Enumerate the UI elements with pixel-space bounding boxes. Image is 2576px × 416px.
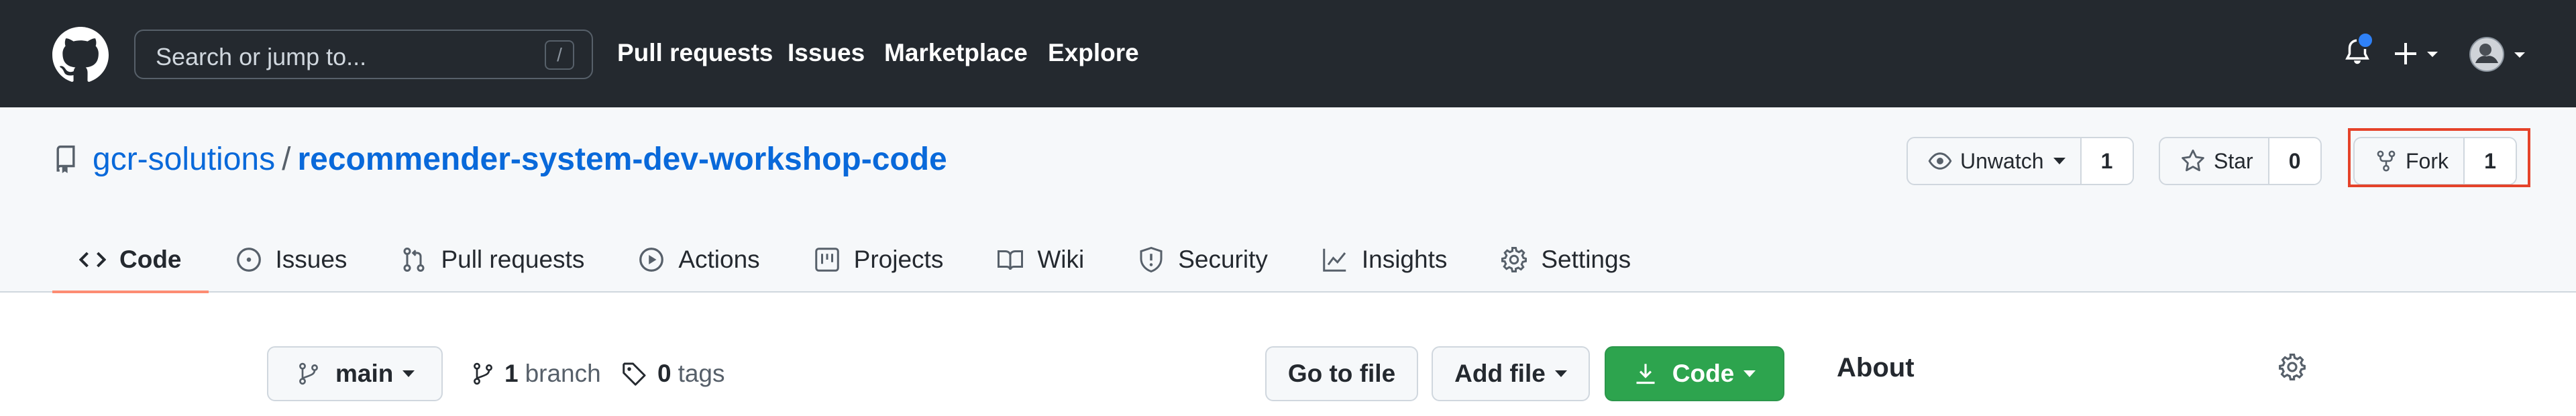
download-icon [1636,364,1655,384]
repo-title: gcr-solutions / recommender-system-dev-wor… [93,141,947,178]
avatar [2469,37,2504,72]
tag-icon [623,362,646,386]
repository-header: gcr-solutions / recommender-system-dev-wor… [0,107,2576,293]
tags-count: 0 [657,360,672,387]
graph-icon [1323,248,1346,272]
tab-label: Wiki [1037,246,1085,273]
about-heading: About [1837,353,1915,382]
git-branch-icon [474,362,492,385]
tab-pull-requests[interactable]: Pull requests [374,227,611,293]
tab-label: Insights [1361,246,1448,273]
star-button[interactable]: Star [2160,138,2269,184]
book-icon [998,250,1024,270]
plus-icon [2395,43,2416,64]
play-icon [639,248,664,272]
tags-link[interactable]: 0 tags [621,360,725,388]
notification-dot [2357,32,2374,49]
star-button-group: Star 0 [2159,137,2322,185]
caret-down-icon [2053,158,2065,164]
tab-security[interactable]: Security [1111,227,1295,293]
code-download-button[interactable]: Code [1605,346,1784,401]
unwatch-button[interactable]: Unwatch [1908,138,2082,184]
repo-title-separator: / [282,142,291,177]
unwatch-label: Unwatch [1960,148,2044,173]
repo-owner-link[interactable]: gcr-solutions [93,142,275,177]
repo-tabs: Code Issues Pull requests Actions Projec… [52,227,1658,293]
search-shortcut-key: / [545,40,574,70]
code-icon [79,252,106,268]
tab-insights[interactable]: Insights [1295,227,1474,293]
branch-name: main [335,360,394,387]
tab-issues[interactable]: Issues [209,227,374,293]
fork-highlight-box [2348,128,2530,187]
caret-down-icon [2514,52,2525,58]
project-icon [814,248,839,272]
nav-pull-requests[interactable]: Pull requests [617,39,773,67]
repo-icon [56,145,75,173]
tab-label: Code [119,246,182,273]
nav-issues[interactable]: Issues [788,39,865,67]
star-label: Star [2214,148,2253,173]
git-branch-icon [299,362,318,385]
search-placeholder: Search or jump to... [156,43,367,70]
add-file-button[interactable]: Add file [1432,346,1590,401]
tab-wiki[interactable]: Wiki [970,227,1111,293]
nav-marketplace[interactable]: Marketplace [884,39,1028,67]
caret-down-icon [402,370,415,377]
search-input[interactable]: Search or jump to... / [134,30,593,79]
go-to-file-button[interactable]: Go to file [1265,346,1418,401]
nav-explore[interactable]: Explore [1048,39,1139,67]
tab-projects[interactable]: Projects [787,227,971,293]
caret-down-icon [1743,370,1756,377]
tab-label: Settings [1541,246,1631,273]
shield-icon [1140,246,1163,273]
branches-label: branch [525,360,601,387]
github-logo-icon[interactable] [52,27,109,83]
caret-down-icon [2427,52,2438,57]
watch-button-group: Unwatch 1 [1907,137,2134,185]
tab-label: Pull requests [441,246,585,273]
watchers-count[interactable]: 1 [2081,138,2133,184]
tab-label: Actions [678,246,760,273]
stargazers-count[interactable]: 0 [2269,138,2320,184]
tab-settings[interactable]: Settings [1474,227,1658,293]
branches-count: 1 [504,360,519,387]
user-menu[interactable] [2469,36,2536,72]
global-header: Search or jump to... / Pull requests Iss… [0,0,2576,107]
tab-label: Projects [853,246,944,273]
gear-icon [1501,247,1527,272]
tab-label: Issues [275,246,347,273]
repo-name-link[interactable]: recommender-system-dev-workshop-code [297,142,947,177]
create-new-menu[interactable] [2394,38,2446,70]
git-pull-request-icon [403,247,425,272]
tags-label: tags [678,360,725,387]
caret-down-icon [1554,370,1567,377]
add-file-label: Add file [1454,360,1546,387]
code-button-label: Code [1672,360,1735,387]
issue-opened-icon [236,248,261,272]
branches-link[interactable]: 1 branch [471,360,601,388]
branch-select-button[interactable]: main [267,346,443,401]
tab-label: Security [1178,246,1268,273]
eye-icon [1928,152,1952,170]
gear-icon[interactable] [2278,353,2306,381]
star-icon [2182,149,2204,172]
tab-actions[interactable]: Actions [611,227,786,293]
tab-code[interactable]: Code [52,227,209,293]
